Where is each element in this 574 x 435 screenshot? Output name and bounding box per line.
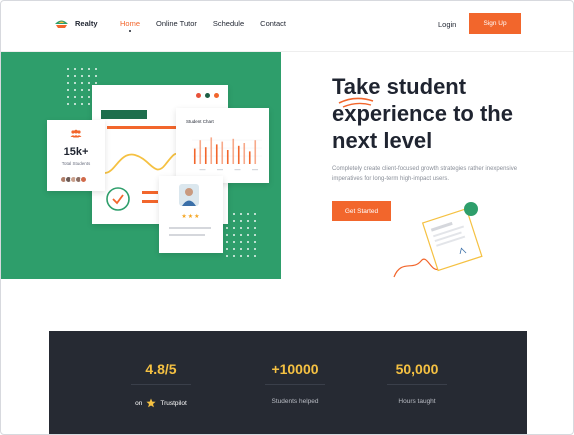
chart-bar bbox=[215, 144, 218, 164]
stat-label: Students helped bbox=[271, 398, 319, 405]
star-icon bbox=[146, 398, 156, 408]
avatar-group bbox=[60, 176, 87, 183]
card-accent-bar bbox=[107, 126, 176, 129]
tutor-profile-card: ★★★ bbox=[159, 176, 223, 253]
nav-contact[interactable]: Contact bbox=[260, 19, 286, 28]
total-students-label: Total Students bbox=[61, 161, 91, 166]
sign-up-button[interactable]: Sign Up bbox=[469, 13, 521, 34]
hero-heading: Take student experience to the next leve… bbox=[332, 73, 552, 154]
stat-divider bbox=[387, 384, 447, 385]
card-header-bar bbox=[101, 110, 147, 119]
list-line bbox=[142, 191, 158, 194]
landing-page: Realty Home Online Tutor Schedule Contac… bbox=[0, 0, 574, 435]
brand-name: Realty bbox=[75, 18, 98, 28]
main-menu: Home Online Tutor Schedule Contact bbox=[120, 19, 286, 28]
decorative-dots-bottom bbox=[226, 213, 256, 257]
list-line bbox=[142, 200, 158, 203]
login-link[interactable]: Login bbox=[438, 20, 456, 29]
text-line bbox=[169, 234, 205, 236]
student-chart bbox=[192, 137, 262, 171]
chart-tick bbox=[252, 169, 258, 171]
tutor-avatar bbox=[179, 184, 199, 206]
student-chart-title: Student Chart bbox=[186, 119, 214, 124]
hero-subtitle: Completely create client-focused growth … bbox=[332, 166, 518, 182]
hero-heading-line-3: next level bbox=[332, 128, 433, 153]
chart-bar bbox=[221, 141, 224, 164]
stat-divider bbox=[265, 384, 325, 385]
users-icon bbox=[70, 129, 82, 138]
chart-tick bbox=[199, 169, 206, 171]
chart-tick bbox=[217, 169, 223, 171]
stat-label: Hours taught bbox=[398, 398, 436, 405]
chart-bar bbox=[232, 138, 235, 164]
certificate-illustration bbox=[393, 202, 483, 278]
student-chart-card: Student Chart bbox=[176, 108, 269, 183]
chart-bar bbox=[237, 145, 240, 164]
top-navigation: Realty Home Online Tutor Schedule Contac… bbox=[1, 1, 573, 51]
chart-bar bbox=[226, 150, 229, 164]
checkmark-icon bbox=[106, 187, 130, 211]
window-dot-green bbox=[205, 93, 210, 98]
logo-icon bbox=[55, 20, 68, 28]
trustpilot-label: Trustpilot bbox=[160, 399, 187, 407]
nav-online-tutor[interactable]: Online Tutor bbox=[156, 19, 197, 28]
stat-value: 50,000 bbox=[395, 361, 439, 377]
chart-bar bbox=[248, 151, 251, 164]
chart-bar bbox=[193, 148, 196, 164]
get-started-button[interactable]: Get Started bbox=[332, 201, 391, 221]
chart-bar bbox=[204, 147, 207, 164]
brand-logo[interactable]: Realty bbox=[54, 17, 98, 29]
chart-tick bbox=[234, 169, 241, 171]
chart-bar bbox=[210, 137, 213, 164]
total-students-card: 15k+ Total Students bbox=[47, 120, 105, 191]
underline-swoosh-icon bbox=[338, 97, 374, 108]
window-dot-orange bbox=[214, 93, 219, 98]
nav-home[interactable]: Home bbox=[120, 19, 140, 28]
total-students-value: 15k+ bbox=[63, 146, 89, 158]
text-line bbox=[169, 227, 211, 229]
chart-bar bbox=[243, 143, 246, 164]
window-dot-red bbox=[196, 93, 201, 98]
stat-label: on Trustpilot bbox=[111, 398, 211, 408]
chart-bar bbox=[199, 140, 202, 164]
stat-value: +10000 bbox=[271, 361, 319, 377]
rating-stars: ★★★ bbox=[181, 214, 201, 220]
stat-value: 4.8/5 bbox=[145, 361, 177, 377]
stat-label-prefix: on bbox=[135, 399, 143, 407]
stat-divider bbox=[131, 384, 191, 385]
chart-bar bbox=[254, 140, 257, 164]
nav-schedule[interactable]: Schedule bbox=[213, 19, 244, 28]
stats-section: 4.8/5 on Trustpilot +10000 Students help… bbox=[49, 331, 527, 434]
avatar bbox=[80, 176, 87, 183]
